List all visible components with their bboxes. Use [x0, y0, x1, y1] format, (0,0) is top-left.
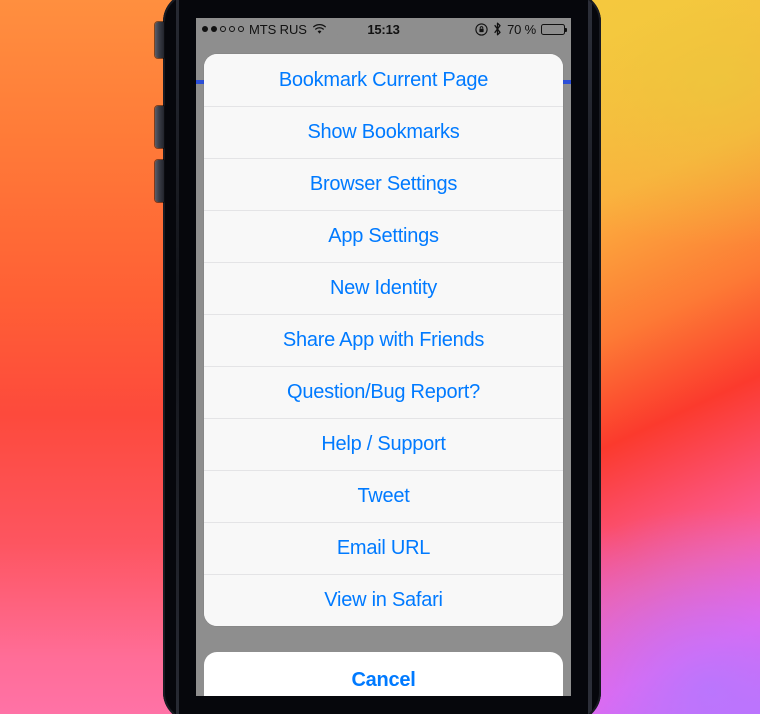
carrier-label: MTS RUS: [249, 21, 307, 37]
status-bar: MTS RUS 15:13 70 %: [196, 18, 571, 40]
sheet-item-browser-settings[interactable]: Browser Settings: [204, 158, 563, 210]
phone-antenna-seam-left: [176, 0, 179, 714]
action-sheet: Bookmark Current Page Show Bookmarks Brows…: [204, 54, 563, 626]
sheet-item-view-in-safari[interactable]: View in Safari: [204, 574, 563, 626]
bluetooth-icon: [493, 22, 502, 36]
screenshot-root: MTS RUS 15:13 70 % Bookmark Current Page…: [0, 0, 760, 714]
phone-antenna-seam-right: [588, 0, 592, 714]
sheet-item-help-support[interactable]: Help / Support: [204, 418, 563, 470]
sheet-item-tweet[interactable]: Tweet: [204, 470, 563, 522]
phone-mute-switch[interactable]: [155, 22, 164, 58]
activity-spinner-icon: [331, 23, 344, 35]
signal-dot-empty: [229, 26, 235, 32]
sheet-item-share-app-with-friends[interactable]: Share App with Friends: [204, 314, 563, 366]
cancel-button[interactable]: Cancel: [204, 652, 563, 696]
rotation-lock-icon: [475, 22, 488, 36]
signal-dot-filled: [202, 26, 208, 32]
signal-dot-empty: [220, 26, 226, 32]
phone-volume-down-button[interactable]: [155, 160, 164, 202]
signal-dot-empty: [238, 26, 244, 32]
signal-dot-filled: [211, 26, 217, 32]
phone-volume-up-button[interactable]: [155, 106, 164, 148]
sheet-item-app-settings[interactable]: App Settings: [204, 210, 563, 262]
status-bar-left: MTS RUS: [202, 22, 367, 37]
sheet-item-bookmark-current-page[interactable]: Bookmark Current Page: [204, 54, 563, 106]
sheet-item-email-url[interactable]: Email URL: [204, 522, 563, 574]
wifi-icon: [312, 23, 327, 35]
sheet-item-new-identity[interactable]: New Identity: [204, 262, 563, 314]
battery-percent-label: 70 %: [507, 21, 536, 37]
status-bar-right: 70 %: [400, 21, 567, 37]
cellular-signal-dots: [202, 26, 244, 32]
status-bar-clock: 15:13: [367, 21, 400, 37]
phone-screen: MTS RUS 15:13 70 % Bookmark Current Page…: [196, 18, 571, 696]
sheet-item-question-bug-report[interactable]: Question/Bug Report?: [204, 366, 563, 418]
sheet-item-show-bookmarks[interactable]: Show Bookmarks: [204, 106, 563, 158]
battery-icon: [541, 23, 567, 35]
